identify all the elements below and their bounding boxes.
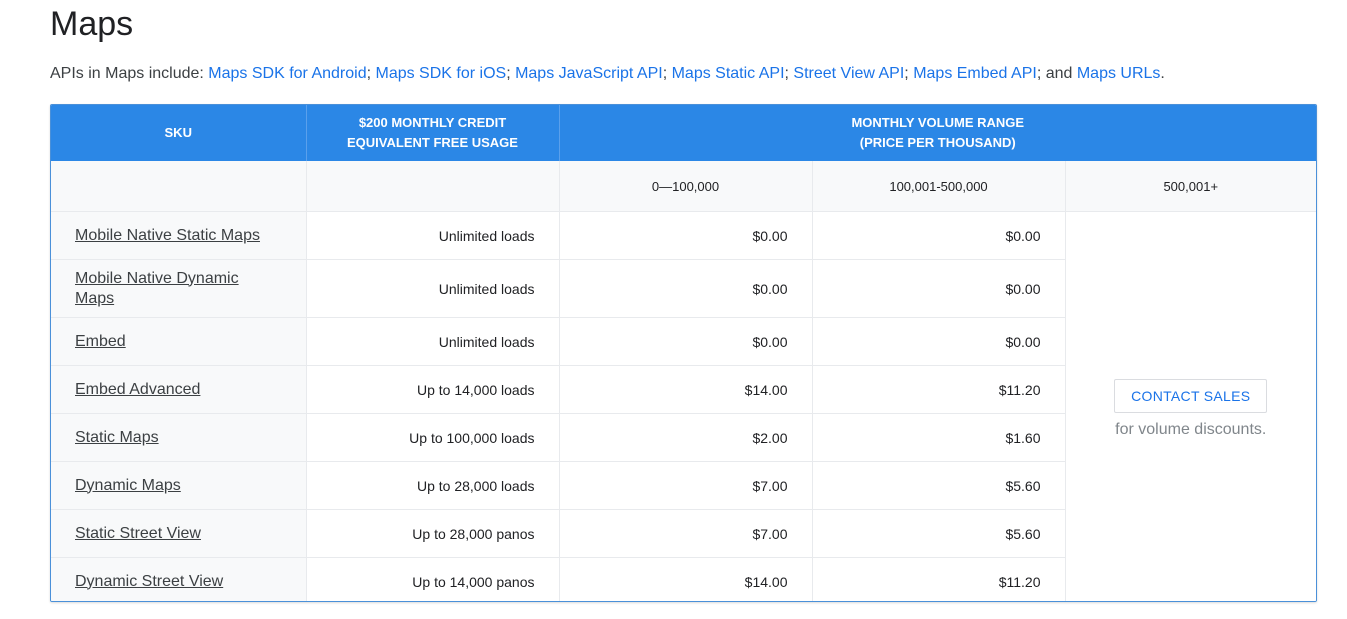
link-maps-javascript-api[interactable]: Maps JavaScript API [515,65,663,82]
price-tier-1-cell: $0.00 [558,259,812,318]
price-tier-2-cell: $0.00 [811,317,1065,366]
price-tier-1-cell: $0.00 [558,317,812,366]
price-tier-2-cell: $0.00 [811,259,1065,318]
range-subheader-row: 0—100,000 100,001-500,000 500,001+ [51,161,1316,212]
price-tier-2-cell: $11.20 [811,557,1065,601]
contact-note: for volume discounts. [1115,420,1267,438]
header-free-usage: $200 MONTHLY CREDIT EQUIVALENT FREE USAG… [305,105,559,161]
link-separator: . [1160,65,1165,82]
header-sku: SKU [51,105,306,161]
price-tier-1-cell: $0.00 [558,211,812,260]
price-tier-2-cell: $5.60 [811,461,1065,510]
sku-link[interactable]: Embed [75,332,126,352]
pricing-table-container: SKU $200 MONTHLY CREDIT EQUIVALENT FREE … [50,104,1317,602]
link-separator: ; [662,65,672,82]
sku-link[interactable]: Dynamic Maps [75,476,181,496]
intro-prefix: APIs in Maps include: [50,65,209,82]
link-maps-urls[interactable]: Maps URLs [1077,65,1161,82]
sku-link[interactable]: Static Maps [75,428,159,448]
sku-cell: Dynamic Street View [51,557,306,601]
free-usage-cell: Up to 14,000 panos [305,557,559,601]
sku-link[interactable]: Static Street View [75,524,201,544]
price-tier-1-cell: $2.00 [558,413,812,462]
free-usage-cell: Unlimited loads [305,317,559,366]
price-tier-2-cell: $0.00 [811,211,1065,260]
link-separator: ; [506,65,516,82]
price-tier-2-cell: $1.60 [811,413,1065,462]
header-free-usage-line1: $200 MONTHLY CREDIT [358,115,507,130]
free-usage-cell: Unlimited loads [305,259,559,318]
free-usage-cell: Up to 14,000 loads [305,365,559,414]
range-tier-2: 100,001-500,000 [811,161,1065,212]
price-tier-1-cell: $7.00 [558,509,812,558]
price-tier-2-cell: $11.20 [811,365,1065,414]
link-maps-embed-api[interactable]: Maps Embed API [913,65,1037,82]
link-maps-static-api[interactable]: Maps Static API [672,65,785,82]
free-usage-cell: Up to 28,000 loads [305,461,559,510]
subheader-empty [51,161,306,212]
price-tier-1-cell: $7.00 [558,461,812,510]
pricing-table: SKU $200 MONTHLY CREDIT EQUIVALENT FREE … [51,105,1316,601]
price-tier-1-cell: $14.00 [558,557,812,601]
sku-link[interactable]: Dynamic Street View [75,572,223,592]
table-row: Mobile Native Static Maps Unlimited load… [51,211,1316,601]
contact-sales-cell: CONTACT SALES for volume discounts. [1064,211,1316,601]
link-separator: ; [904,65,914,82]
sku-cell: Mobile Native Dynamic Maps [51,259,306,318]
free-usage-cell: Unlimited loads [305,211,559,260]
range-tier-3: 500,001+ [1064,161,1316,212]
sku-link[interactable]: Mobile Native Dynamic Maps [75,269,255,309]
sku-cell: Mobile Native Static Maps [51,211,306,260]
sku-cell: Static Street View [51,509,306,558]
range-tier-1: 0—100,000 [558,161,812,212]
intro-text: APIs in Maps include: Maps SDK for Andro… [50,63,1165,85]
sku-link[interactable]: Embed Advanced [75,380,200,400]
link-maps-sdk-ios[interactable]: Maps SDK for iOS [375,65,506,82]
sku-cell: Static Maps [51,413,306,462]
link-maps-sdk-android[interactable]: Maps SDK for Android [208,65,366,82]
sku-cell: Dynamic Maps [51,461,306,510]
table-header-row: SKU $200 MONTHLY CREDIT EQUIVALENT FREE … [51,105,1316,161]
price-tier-2-cell: $5.60 [811,509,1065,558]
subheader-empty [305,161,559,212]
contact-sales-button[interactable]: CONTACT SALES [1114,378,1268,413]
header-volume-range-line1: MONTHLY VOLUME RANGE [851,115,1025,130]
sku-link[interactable]: Mobile Native Static Maps [75,226,260,246]
sku-cell: Embed [51,317,306,366]
page: Maps APIs in Maps include: Maps SDK for … [0,0,1347,619]
price-tier-1-cell: $14.00 [558,365,812,414]
page-title: Maps [50,5,134,43]
link-street-view-api[interactable]: Street View API [793,65,904,82]
free-usage-cell: Up to 100,000 loads [305,413,559,462]
sku-cell: Embed Advanced [51,365,306,414]
header-volume-range: MONTHLY VOLUME RANGE (PRICE PER THOUSAND… [558,105,1316,161]
link-separator: ; and [1036,65,1077,82]
header-volume-range-line2: (PRICE PER THOUSAND) [859,135,1016,150]
free-usage-cell: Up to 28,000 panos [305,509,559,558]
header-free-usage-line2: EQUIVALENT FREE USAGE [347,135,518,150]
